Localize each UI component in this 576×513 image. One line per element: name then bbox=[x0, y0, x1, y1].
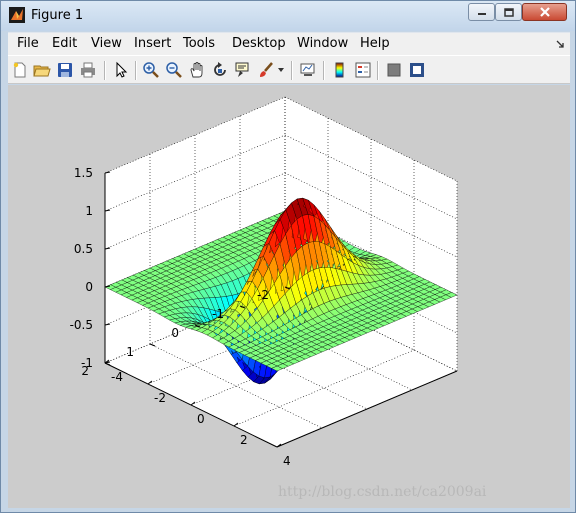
data-cursor-icon[interactable] bbox=[234, 61, 252, 79]
x-tick-label: -4 bbox=[111, 370, 123, 384]
menu-help[interactable]: Help bbox=[360, 36, 390, 51]
zoom-in-icon[interactable] bbox=[142, 61, 160, 79]
rotate-3d-icon[interactable] bbox=[211, 61, 229, 79]
z-tick-label: 1.5 bbox=[74, 166, 93, 180]
y-tick-label: -1 bbox=[212, 307, 224, 321]
x-tick-label: 0 bbox=[197, 412, 205, 426]
dock-arrow-icon[interactable] bbox=[555, 39, 565, 49]
z-tick-label: 1 bbox=[85, 204, 93, 218]
toolbar-separator bbox=[377, 61, 379, 80]
menu-edit[interactable]: Edit bbox=[52, 36, 77, 51]
pan-hand-icon[interactable] bbox=[188, 61, 206, 79]
matlab-icon bbox=[9, 7, 25, 23]
save-icon[interactable] bbox=[56, 61, 74, 79]
window-title: Figure 1 bbox=[31, 8, 84, 23]
watermark-text: http://blog.csdn.net/ca2009ai bbox=[278, 484, 487, 500]
toolbar-separator bbox=[323, 61, 325, 80]
y-tick-label: 2 bbox=[81, 364, 89, 378]
toolbar-separator bbox=[291, 61, 293, 80]
close-button[interactable] bbox=[522, 3, 567, 21]
figure-area: 1.5 1 0.5 0 -0.5 -1 2 1 0 -1 -2 -4 -2 0 2 4 http://blog… bbox=[8, 85, 570, 508]
menu-tools[interactable]: Tools bbox=[183, 36, 215, 51]
link-plot-icon[interactable] bbox=[299, 61, 317, 79]
menu-insert[interactable]: Insert bbox=[134, 36, 171, 51]
z-tick-label: 0.5 bbox=[74, 242, 93, 256]
maximize-icon bbox=[503, 7, 514, 17]
edit-plot-arrow-icon[interactable] bbox=[112, 61, 130, 79]
hide-plot-tools-icon[interactable] bbox=[385, 61, 403, 79]
menu-window[interactable]: Window bbox=[297, 36, 348, 51]
minimize-button[interactable] bbox=[468, 3, 495, 21]
show-plot-tools-icon[interactable] bbox=[408, 61, 426, 79]
new-figure-icon[interactable] bbox=[11, 61, 29, 79]
y-tick-label: 1 bbox=[126, 345, 134, 359]
maximize-button[interactable] bbox=[495, 3, 522, 21]
toolbar-separator bbox=[104, 61, 106, 80]
x-tick-label: 2 bbox=[240, 433, 248, 447]
z-tick-label: 0 bbox=[85, 280, 93, 294]
y-tick-label: 0 bbox=[171, 326, 179, 340]
z-tick-label: -0.5 bbox=[70, 318, 93, 332]
insert-colorbar-icon[interactable] bbox=[331, 61, 349, 79]
minimize-icon bbox=[477, 13, 486, 15]
figure-toolbar bbox=[8, 55, 570, 84]
toolbar-separator bbox=[135, 61, 137, 80]
menu-desktop[interactable]: Desktop bbox=[232, 36, 286, 51]
figure-window: Figure 1 File Edit View Insert Tools Des… bbox=[0, 0, 576, 513]
title-bar[interactable]: Figure 1 bbox=[1, 1, 575, 31]
insert-legend-icon[interactable] bbox=[354, 61, 372, 79]
brush-dropdown-icon[interactable] bbox=[278, 68, 285, 73]
zoom-out-icon[interactable] bbox=[165, 61, 183, 79]
x-tick-label: 4 bbox=[283, 454, 291, 468]
menu-bar: File Edit View Insert Tools Desktop Wind… bbox=[8, 32, 570, 55]
close-icon bbox=[539, 7, 550, 17]
y-tick-label: -2 bbox=[257, 288, 269, 302]
print-icon[interactable] bbox=[79, 61, 97, 79]
open-file-icon[interactable] bbox=[33, 61, 51, 79]
menu-file[interactable]: File bbox=[17, 36, 39, 51]
x-tick-label: -2 bbox=[154, 391, 166, 405]
surface-plot[interactable]: 1.510.50-0.5-1210-1-2-4-2024 http://blog… bbox=[8, 85, 570, 508]
brush-icon[interactable] bbox=[257, 61, 275, 79]
menu-view[interactable]: View bbox=[91, 36, 122, 51]
